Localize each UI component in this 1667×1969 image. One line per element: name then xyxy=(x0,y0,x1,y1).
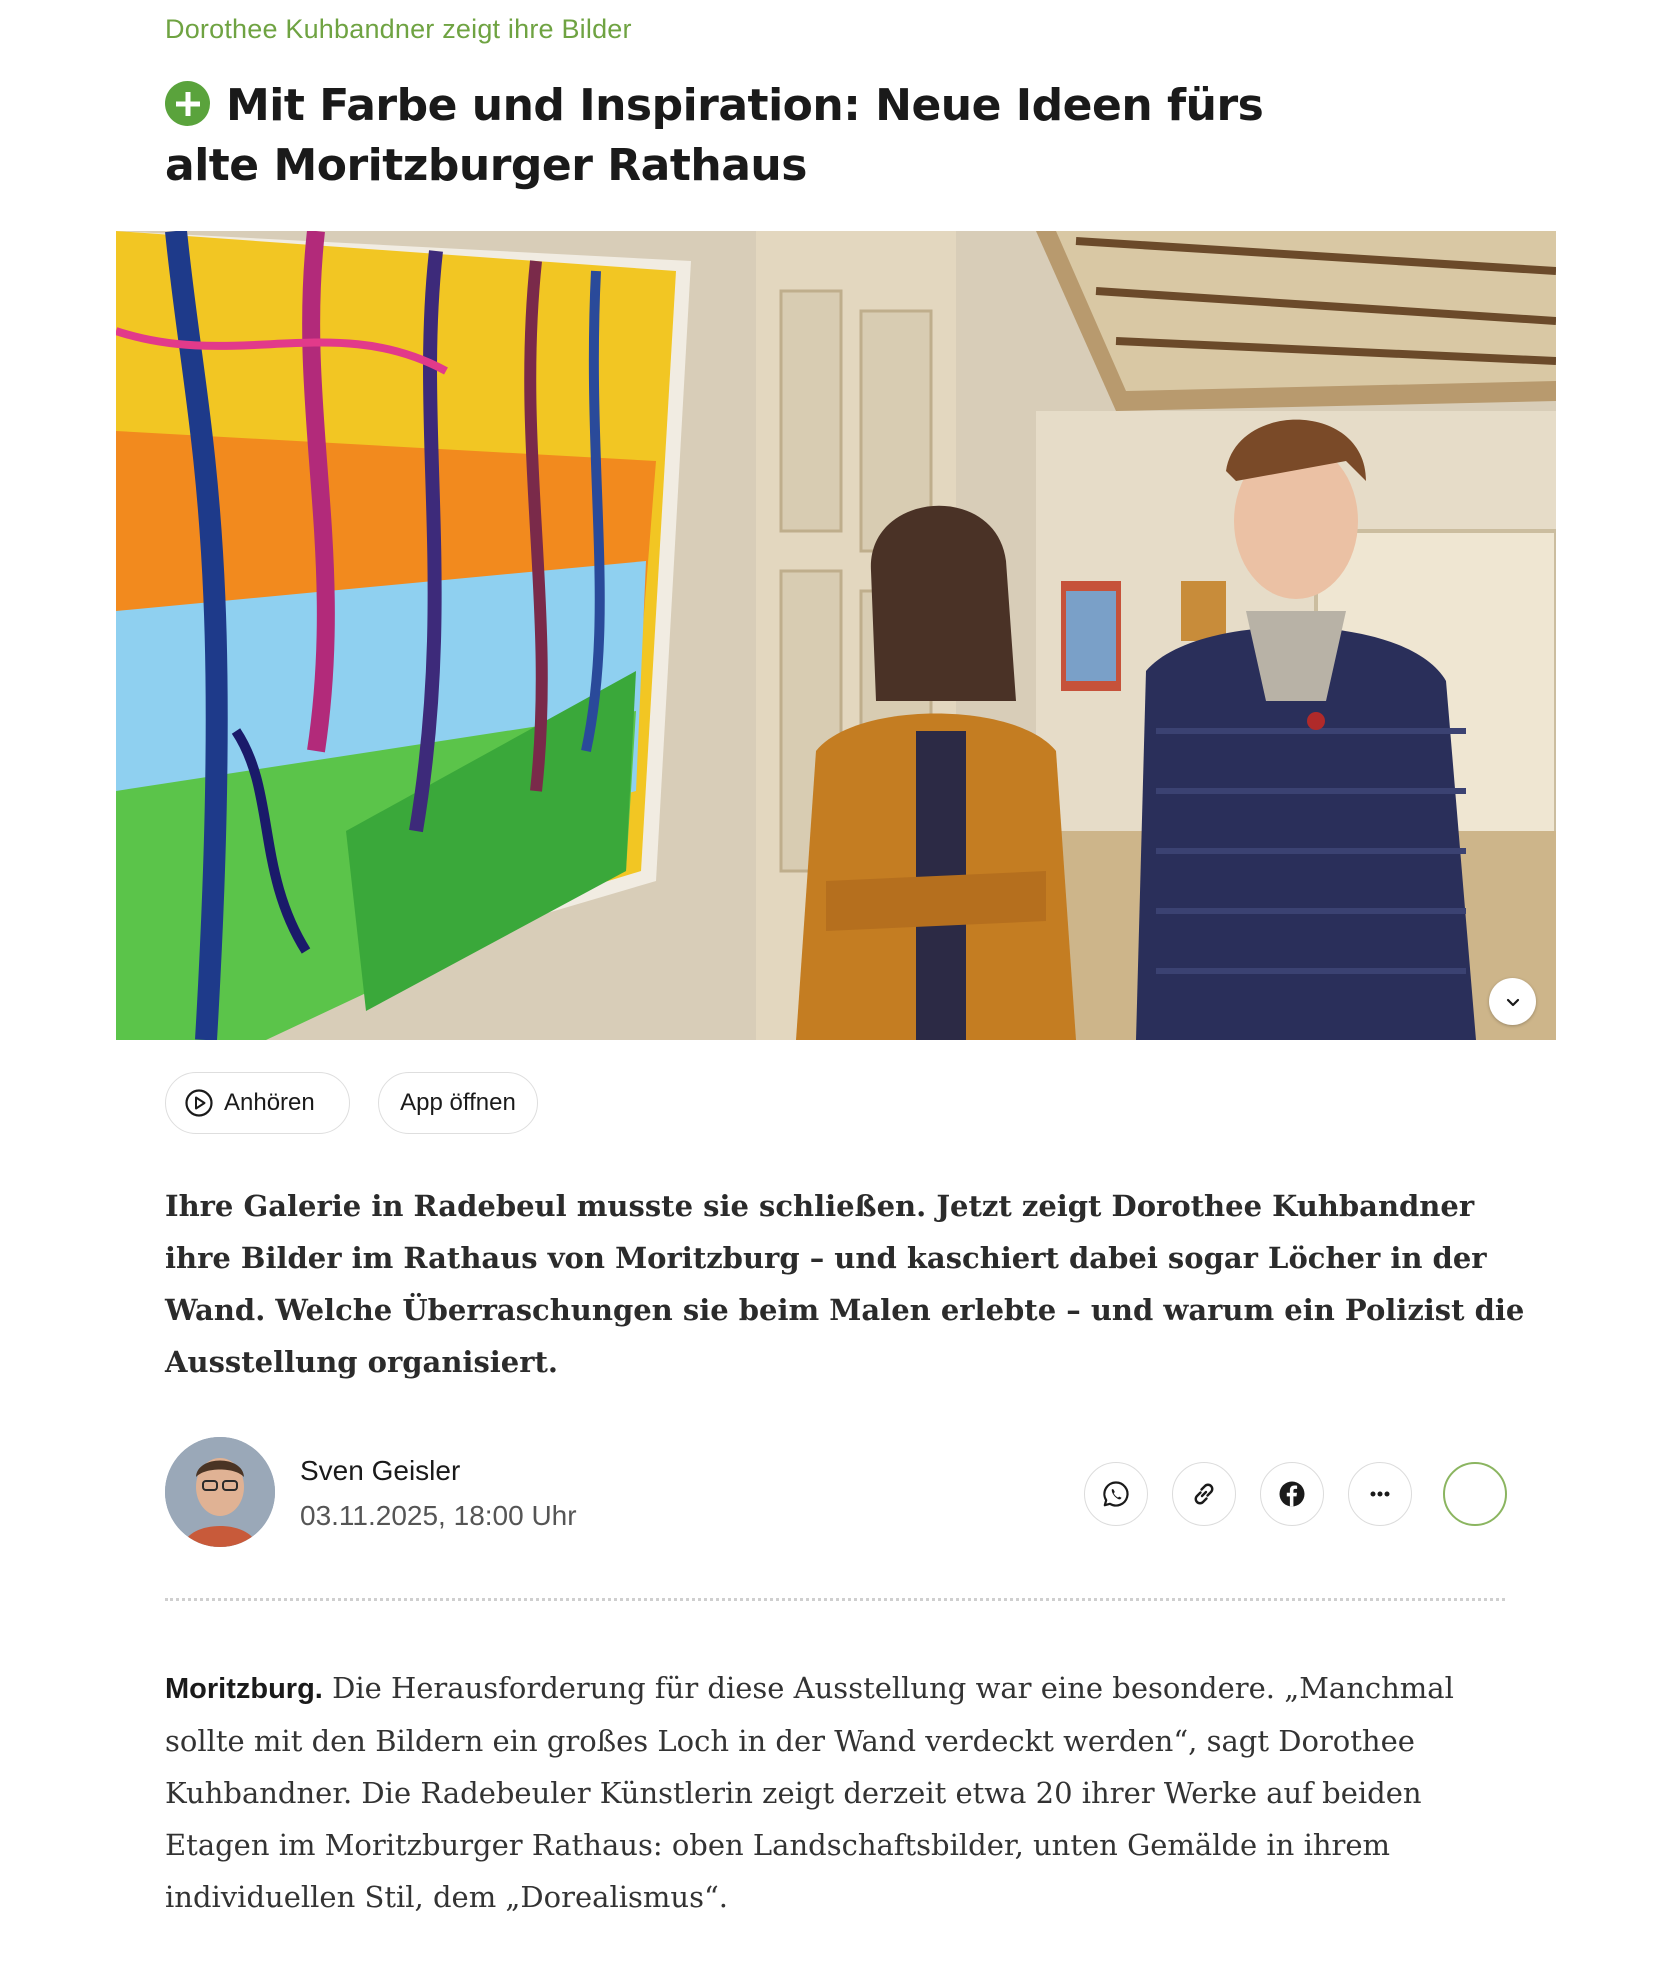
article-kicker: Dorothee Kuhbandner zeigt ihre Bilder xyxy=(165,14,632,44)
more-share-options-button[interactable] xyxy=(1348,1462,1412,1526)
more-icon xyxy=(1365,1479,1395,1509)
article-body: Moritzburg. Die Herausforderung für dies… xyxy=(165,1662,1535,1923)
article-headline: Mit Farbe und Inspiration: Neue Ideen fü… xyxy=(165,76,1365,196)
listen-button[interactable]: Anhören xyxy=(165,1072,350,1134)
facebook-icon xyxy=(1277,1479,1307,1509)
article-body-text: Die Herausforderung für diese Ausstellun… xyxy=(165,1671,1454,1914)
article-lead: Ihre Galerie in Radebeul musste sie schl… xyxy=(165,1189,1525,1379)
author-avatar[interactable] xyxy=(165,1437,275,1547)
plus-icon xyxy=(165,81,210,126)
listen-label: Anhören xyxy=(224,1089,315,1116)
whatsapp-icon xyxy=(1101,1479,1131,1509)
whatsapp-share-button[interactable] xyxy=(1084,1462,1148,1526)
link-icon xyxy=(1189,1479,1219,1509)
article-dateline: Moritzburg. xyxy=(165,1673,323,1705)
article-divider xyxy=(165,1598,1505,1601)
article-page: Dorothee Kuhbandner zeigt ihre Bilder Mi… xyxy=(0,0,1667,1969)
open-app-label: App öffnen xyxy=(400,1089,516,1116)
open-app-button[interactable]: App öffnen xyxy=(378,1072,538,1134)
facebook-share-button[interactable] xyxy=(1260,1462,1324,1526)
author-name[interactable]: Sven Geisler xyxy=(300,1455,460,1487)
bookmark-button[interactable] xyxy=(1443,1462,1507,1526)
hero-photo xyxy=(116,231,1556,1040)
headline-text: Mit Farbe und Inspiration: Neue Ideen fü… xyxy=(165,80,1264,191)
hero-image[interactable] xyxy=(116,231,1556,1040)
publish-date: 03.11.2025, 18:00 Uhr xyxy=(300,1500,577,1531)
chevron-down-icon[interactable] xyxy=(1489,978,1536,1025)
play-circle-icon xyxy=(184,1088,214,1118)
copy-link-button[interactable] xyxy=(1172,1462,1236,1526)
